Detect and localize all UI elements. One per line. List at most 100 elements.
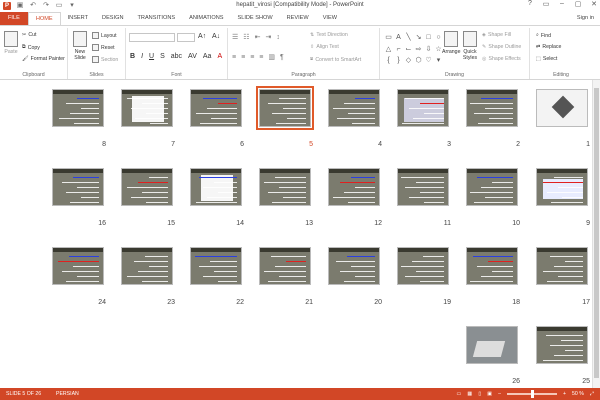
slide-thumbnail[interactable] <box>328 89 380 127</box>
textbox-shape-icon[interactable]: A <box>394 33 403 44</box>
connector-shape-icon[interactable]: ⌙ <box>404 45 413 56</box>
arrange-button[interactable]: Arrange <box>442 31 460 55</box>
reset-button[interactable]: Reset <box>92 44 115 51</box>
bracket-shape-icon[interactable]: } <box>394 56 403 67</box>
slide-thumbnail[interactable] <box>397 168 449 206</box>
convert-smartart-button[interactable]: ⧈ Convert to SmartArt <box>310 56 361 63</box>
slide-thumbnail[interactable] <box>121 168 173 206</box>
replace-button[interactable]: ⇄ Replace <box>536 44 561 50</box>
maximize-icon[interactable]: ▢ <box>574 0 582 8</box>
slide-thumbnail[interactable] <box>536 168 588 206</box>
font-color-icon[interactable]: A <box>217 53 222 60</box>
tab-view[interactable]: VIEW <box>316 12 344 25</box>
rtl-icon[interactable]: ¶ <box>280 54 284 61</box>
align-text-button[interactable]: ⇳ Align Text <box>310 44 339 50</box>
shape-fill-button[interactable]: ◈ Shape Fill <box>482 32 511 38</box>
heart-shape-icon[interactable]: ♡ <box>424 56 433 67</box>
align-right-icon[interactable]: ≡ <box>250 54 254 61</box>
slide-thumbnail[interactable] <box>256 86 314 130</box>
change-case-icon[interactable]: Aa <box>203 53 212 60</box>
fit-to-window-icon[interactable]: ⤢ <box>590 388 594 400</box>
slide-thumbnail[interactable] <box>52 89 104 127</box>
shape-effects-button[interactable]: ◎ Shape Effects <box>482 56 521 62</box>
bold-icon[interactable]: B <box>130 53 135 60</box>
paste-button[interactable]: Paste <box>4 31 18 55</box>
diamond-shape-icon[interactable]: ◇ <box>404 56 413 67</box>
triangle-shape-icon[interactable]: △ <box>384 45 393 56</box>
slide-thumbnail[interactable] <box>466 89 518 127</box>
slide-thumbnail[interactable] <box>536 89 588 127</box>
char-spacing-icon[interactable]: AV <box>188 53 197 60</box>
slide-thumbnail[interactable] <box>536 247 588 285</box>
layout-button[interactable]: Layout <box>92 32 117 39</box>
font-family-select[interactable] <box>129 33 175 42</box>
slide-thumbnail[interactable] <box>466 247 518 285</box>
slide-thumbnail[interactable] <box>397 247 449 285</box>
elbow-shape-icon[interactable]: ⌐ <box>394 45 403 56</box>
slide-thumbnail[interactable] <box>328 247 380 285</box>
shape-outline-button[interactable]: ✎ Shape Outline <box>482 44 521 50</box>
ribbon-display-options-icon[interactable]: ▭ <box>542 0 550 8</box>
rectangle-shape-icon[interactable]: ▭ <box>384 33 393 44</box>
grow-font-icon[interactable]: A↑ <box>198 33 206 40</box>
normal-view-icon[interactable]: ▭ <box>457 388 462 400</box>
slide-thumbnail[interactable] <box>52 247 104 285</box>
tab-animations[interactable]: ANIMATIONS <box>182 12 230 25</box>
shadow-icon[interactable]: S <box>160 53 165 60</box>
strikethrough-icon[interactable]: abc <box>171 53 182 60</box>
zoom-out-icon[interactable]: – <box>498 388 501 400</box>
format-painter-button[interactable]: 🖌 Format Painter <box>22 56 65 62</box>
align-left-icon[interactable]: ≡ <box>232 54 236 61</box>
align-center-icon[interactable]: ≡ <box>241 54 245 61</box>
tab-design[interactable]: DESIGN <box>95 12 130 25</box>
hexagon-shape-icon[interactable]: ⬡ <box>414 56 423 67</box>
font-size-select[interactable] <box>177 33 195 42</box>
find-button[interactable]: ⌕ Find <box>536 32 551 39</box>
reading-view-icon[interactable]: ▯ <box>478 388 481 400</box>
cut-button[interactable]: ✂ Cut <box>22 32 36 38</box>
line-spacing-icon[interactable]: ↕ <box>276 34 280 41</box>
vertical-scrollbar[interactable] <box>592 80 600 388</box>
increase-indent-icon[interactable]: ⇥ <box>265 33 271 41</box>
quick-styles-button[interactable]: Quick Styles <box>462 31 478 61</box>
tab-insert[interactable]: INSERT <box>61 12 95 25</box>
sign-in-link[interactable]: Sign in <box>577 12 594 25</box>
slide-thumbnail[interactable] <box>397 89 449 127</box>
slide-thumbnail[interactable] <box>259 168 311 206</box>
tab-file[interactable]: FILE <box>0 12 28 25</box>
arrow-shape-icon[interactable]: ↘ <box>414 33 423 44</box>
decrease-indent-icon[interactable]: ⇤ <box>255 33 261 41</box>
slide-thumbnail[interactable] <box>466 326 518 364</box>
italic-icon[interactable]: I <box>141 53 143 60</box>
section-button[interactable]: Section <box>92 56 118 63</box>
slide-thumbnail[interactable] <box>52 168 104 206</box>
slide-thumbnail[interactable] <box>190 247 242 285</box>
scrollbar-thumb[interactable] <box>594 88 599 378</box>
select-button[interactable]: ⬚ Select <box>536 56 557 62</box>
shrink-font-icon[interactable]: A↓ <box>212 33 220 40</box>
text-direction-button[interactable]: ⇅ Text Direction <box>310 32 348 38</box>
slide-sorter-icon[interactable]: ▦ <box>467 388 472 400</box>
down-arrow-shape-icon[interactable]: ⇩ <box>424 45 433 56</box>
numbering-icon[interactable]: ☷ <box>243 33 249 41</box>
tab-slide-show[interactable]: SLIDE SHOW <box>231 12 280 25</box>
slide-thumbnail[interactable] <box>190 168 242 206</box>
slide-thumbnail[interactable] <box>536 326 588 364</box>
zoom-in-icon[interactable]: + <box>563 388 566 400</box>
slide-thumbnail[interactable] <box>466 168 518 206</box>
tab-transitions[interactable]: TRANSITIONS <box>130 12 182 25</box>
close-icon[interactable]: ✕ <box>590 0 598 8</box>
square-shape-icon[interactable]: □ <box>424 33 433 44</box>
zoom-slider-thumb[interactable] <box>530 390 534 398</box>
zoom-slider[interactable] <box>506 390 557 398</box>
slide-thumbnail[interactable] <box>328 168 380 206</box>
underline-icon[interactable]: U <box>149 53 154 60</box>
line-shape-icon[interactable]: ╲ <box>404 33 413 44</box>
help-icon[interactable]: ? <box>526 0 534 8</box>
slide-thumbnail[interactable] <box>259 247 311 285</box>
justify-icon[interactable]: ≡ <box>259 54 263 61</box>
tab-review[interactable]: REVIEW <box>280 12 316 25</box>
slide-thumbnail[interactable] <box>190 89 242 127</box>
new-slide-button[interactable]: New Slide <box>72 31 88 61</box>
columns-icon[interactable]: ▥ <box>268 53 275 61</box>
